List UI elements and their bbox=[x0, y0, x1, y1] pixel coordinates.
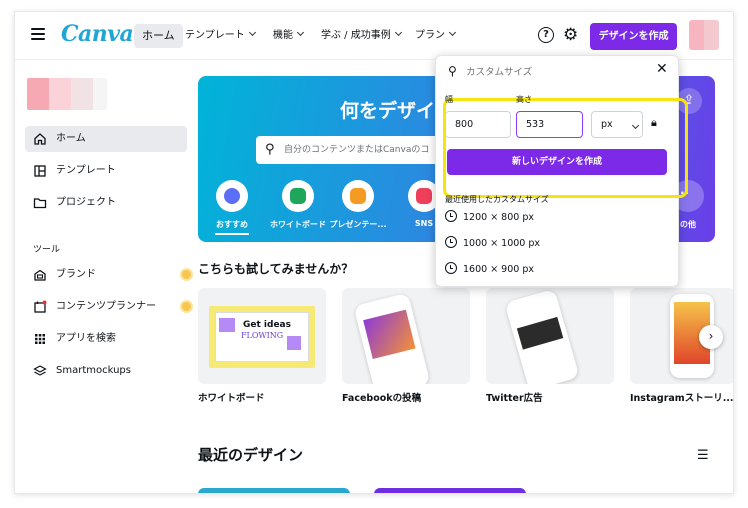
premium-crown-icon bbox=[180, 268, 193, 281]
folder-icon bbox=[33, 198, 47, 209]
chevron-down-icon bbox=[448, 28, 457, 37]
recent-size-item[interactable]: 1000 × 1000 px bbox=[445, 234, 540, 254]
hero-title: 何をデザイ bbox=[340, 100, 436, 122]
card-twitter-ad[interactable] bbox=[486, 288, 614, 384]
height-label: 高さ bbox=[516, 95, 532, 104]
sidebar-section-tools: ツール bbox=[33, 245, 61, 255]
width-label: 幅 bbox=[445, 95, 453, 104]
phone-mockup bbox=[504, 288, 580, 384]
menu-icon[interactable] bbox=[31, 28, 45, 40]
list-view-icon[interactable]: ☰ bbox=[697, 448, 709, 463]
question-circle-icon[interactable]: ? bbox=[538, 27, 554, 43]
carousel-next-button[interactable]: › bbox=[699, 325, 723, 349]
chevron-down-icon bbox=[248, 28, 256, 37]
height-field[interactable] bbox=[516, 111, 583, 138]
premium-crown-icon bbox=[180, 300, 193, 313]
search-icon: ⚲ bbox=[265, 142, 275, 157]
app-window: Canva ホーム テンプレート 機能 学ぶ / 成功事例 プラン ? ⚙ デザ… bbox=[14, 11, 734, 494]
card-label: ホワイトボード bbox=[198, 393, 265, 404]
nav-home[interactable]: ホーム bbox=[134, 24, 183, 48]
apps-grid-icon bbox=[35, 334, 45, 344]
sidebar: ホーム テンプレート プロジェクト ツール ブランド コンテンツプランナー アプ… bbox=[15, 60, 197, 493]
clock-icon bbox=[445, 210, 457, 222]
lock-icon[interactable]: 🔒︎ bbox=[651, 116, 657, 130]
suggestions-title: こちらも試してみませんか？ bbox=[198, 262, 354, 276]
presentation-icon bbox=[342, 180, 374, 212]
template-icon bbox=[34, 165, 46, 177]
sidebar-item-projects[interactable]: プロジェクト bbox=[25, 190, 187, 216]
card-label: Twitter広告 bbox=[486, 393, 543, 404]
home-icon bbox=[34, 133, 46, 145]
card-label: Instagramストーリ... bbox=[630, 393, 734, 404]
category-whiteboard[interactable]: ホワイトボード bbox=[266, 180, 330, 230]
clock-icon bbox=[445, 262, 457, 274]
card-whiteboard[interactable]: Get ideas FLOWING bbox=[198, 288, 326, 384]
sidebar-item-find-apps[interactable]: アプリを検索 bbox=[25, 326, 187, 352]
brand-icon bbox=[34, 269, 46, 281]
sidebar-item-home[interactable]: ホーム bbox=[25, 126, 187, 152]
chevron-down-icon bbox=[394, 28, 402, 37]
unit-select[interactable]: px bbox=[591, 111, 643, 138]
recent-design-card[interactable] bbox=[198, 488, 350, 493]
create-design-button[interactable]: デザインを作成 bbox=[590, 23, 677, 50]
recent-size-item[interactable]: 1200 × 800 px bbox=[445, 208, 534, 228]
category-recommended[interactable]: おすすめ bbox=[202, 180, 262, 235]
sidebar-item-smartmockups[interactable]: Smartmockups bbox=[25, 358, 187, 384]
top-bar: Canva ホーム テンプレート 機能 学ぶ / 成功事例 プラン ? ⚙ デザ… bbox=[15, 12, 733, 60]
nav-learn[interactable]: 学ぶ / 成功事例 bbox=[321, 24, 402, 48]
calendar-icon bbox=[34, 300, 47, 313]
search-icon: ⚲ bbox=[448, 64, 457, 78]
chevron-down-icon bbox=[631, 121, 640, 130]
create-new-design-button[interactable]: 新しいデザインを作成 bbox=[447, 149, 667, 175]
gear-icon[interactable]: ⚙ bbox=[563, 25, 578, 45]
nav-plans[interactable]: プラン bbox=[415, 24, 457, 48]
recent-sizes-header: 最近使用したカスタムサイズ bbox=[445, 195, 549, 204]
avatar[interactable] bbox=[689, 20, 719, 50]
recent-design-card[interactable] bbox=[374, 488, 526, 493]
width-field[interactable] bbox=[445, 111, 511, 138]
nav-templates[interactable]: テンプレート bbox=[185, 24, 256, 48]
sidebar-item-brand[interactable]: ブランド bbox=[25, 262, 193, 288]
active-category-underline bbox=[215, 233, 249, 235]
canva-logo[interactable]: Canva bbox=[61, 21, 134, 47]
card-label: Facebookの投稿 bbox=[342, 393, 422, 404]
recent-designs-title: 最近のデザイン bbox=[198, 446, 304, 464]
whiteboard-thumbnail: Get ideas FLOWING bbox=[209, 306, 315, 368]
layers-icon bbox=[33, 365, 47, 376]
sidebar-item-templates[interactable]: テンプレート bbox=[25, 158, 187, 184]
clock-icon bbox=[445, 236, 457, 248]
custom-size-search-input[interactable] bbox=[466, 63, 636, 81]
phone-mockup bbox=[353, 292, 431, 384]
category-presentation[interactable]: プレゼンテー... bbox=[328, 180, 388, 230]
recent-size-item[interactable]: 1600 × 900 px bbox=[445, 260, 534, 280]
whiteboard-icon bbox=[282, 180, 314, 212]
team-name-blurred bbox=[27, 78, 107, 110]
close-icon[interactable]: ✕ bbox=[656, 61, 668, 77]
nav-features[interactable]: 機能 bbox=[273, 24, 305, 48]
card-facebook-post[interactable] bbox=[342, 288, 470, 384]
chevron-down-icon bbox=[296, 28, 305, 37]
sidebar-item-content-planner[interactable]: コンテンツプランナー bbox=[25, 294, 193, 320]
sparkle-icon bbox=[216, 180, 248, 212]
